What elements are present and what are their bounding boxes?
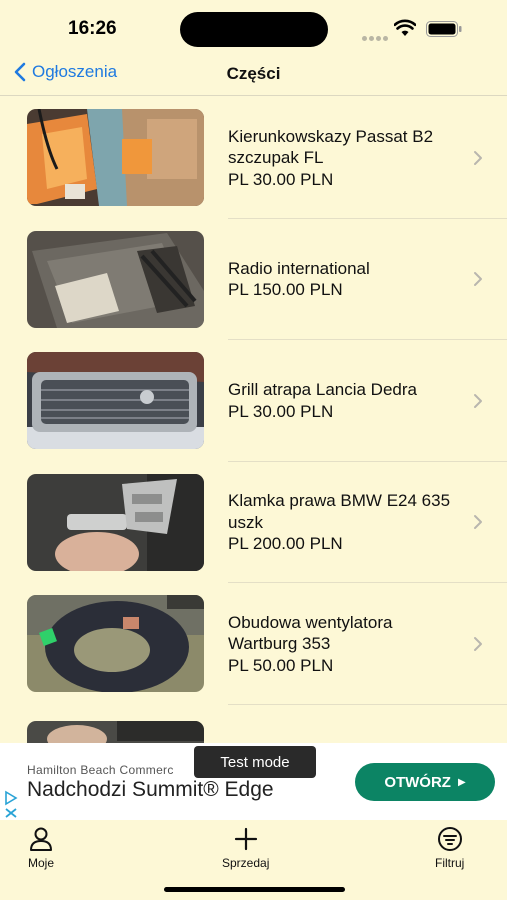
- ad-open-button[interactable]: OTWÓRZ ▶: [355, 763, 495, 801]
- fan-housing-photo: [27, 595, 204, 693]
- status-time: 16:26: [68, 18, 117, 39]
- listing-price: PL 30.00 PLN: [228, 401, 334, 421]
- listing-title: Klamka prawa BMW E24 635 uszk: [228, 491, 451, 532]
- partial-listing-photo: [27, 720, 204, 743]
- listing-title: Kierunkowskazy Passat B2 szczupak FL: [228, 126, 434, 168]
- back-button[interactable]: Ogłoszenia: [14, 62, 117, 82]
- door-handle-photo: [27, 473, 204, 571]
- tab-label: Moje: [28, 856, 55, 870]
- chevron-right-icon: [474, 515, 482, 530]
- wifi-icon: [394, 19, 416, 36]
- listing-item[interactable]: Klamka prawa BMW E24 635 uszk PL 200.00 …: [0, 462, 507, 583]
- adchoices-icon[interactable]: [4, 790, 18, 818]
- ad-headline[interactable]: Nadchodzi Summit® Edge: [27, 778, 274, 802]
- listing-item[interactable]: Kierunkowskazy Passat B2 szczupak FL PL …: [0, 97, 507, 219]
- listing-item-partial[interactable]: [0, 705, 507, 743]
- tab-label: Filtruj: [435, 856, 465, 870]
- listings-list[interactable]: Kierunkowskazy Passat B2 szczupak FL PL …: [0, 97, 507, 743]
- battery-icon: [426, 21, 462, 37]
- plus-icon: [234, 827, 257, 851]
- listing-price: PL 50.00 PLN: [228, 655, 334, 675]
- chevron-right-icon: [474, 272, 482, 287]
- back-button-label: Ogłoszenia: [32, 62, 118, 81]
- test-mode-badge: Test mode: [194, 746, 316, 778]
- dynamic-island: [180, 12, 328, 47]
- play-triangle-icon: ▶: [457, 776, 466, 788]
- listing-price: PL 150.00 PLN: [228, 280, 343, 300]
- navigation-bar: Ogłoszenia Części: [0, 56, 507, 96]
- status-bar: 16:26: [0, 0, 507, 56]
- listing-item[interactable]: Radio international PL 150.00 PLN: [0, 219, 507, 340]
- listing-title: Radio international: [228, 258, 370, 278]
- chevron-left-icon: [14, 62, 26, 82]
- listing-item[interactable]: Obudowa wentylatora Wartburg 353 PL 50.0…: [0, 583, 507, 705]
- listing-item[interactable]: Grill atrapa Lancia Dedra PL 30.00 PLN: [0, 340, 507, 462]
- chevron-right-icon: [474, 636, 482, 651]
- listing-text: Obudowa wentylatora Wartburg 353 PL 50.0…: [228, 612, 459, 677]
- listing-text: Kierunkowskazy Passat B2 szczupak FL PL …: [228, 126, 459, 191]
- grill-photo: [27, 352, 204, 450]
- listing-text: Grill atrapa Lancia Dedra PL 30.00 PLN: [228, 379, 459, 422]
- listing-text: Radio international PL 150.00 PLN: [228, 258, 459, 301]
- listing-title: Grill atrapa Lancia Dedra: [228, 380, 417, 400]
- turn-signal-photo: [27, 109, 204, 207]
- tab-label: Sprzedaj: [222, 856, 270, 870]
- ad-advertiser: Hamilton Beach Commerc: [27, 763, 174, 777]
- listing-text: Klamka prawa BMW E24 635 uszk PL 200.00 …: [228, 490, 459, 555]
- listing-price: PL 30.00 PLN: [228, 169, 334, 189]
- listing-title: Obudowa wentylatora Wartburg 353: [228, 612, 393, 654]
- home-indicator: [164, 887, 345, 892]
- person-icon: [30, 827, 52, 851]
- radio-photo: [27, 230, 204, 328]
- tab-sprzedaj[interactable]: Sprzedaj: [222, 826, 269, 870]
- chevron-right-icon: [474, 393, 482, 408]
- filter-icon: [437, 827, 462, 851]
- cellular-signal-icon: [362, 28, 390, 46]
- ad-open-button-label: OTWÓRZ: [384, 773, 451, 791]
- listing-price: PL 200.00 PLN: [228, 534, 343, 553]
- tab-moje[interactable]: Moje: [28, 826, 54, 870]
- chevron-right-icon: [474, 150, 482, 165]
- tab-filtruj[interactable]: Filtruj: [435, 826, 464, 870]
